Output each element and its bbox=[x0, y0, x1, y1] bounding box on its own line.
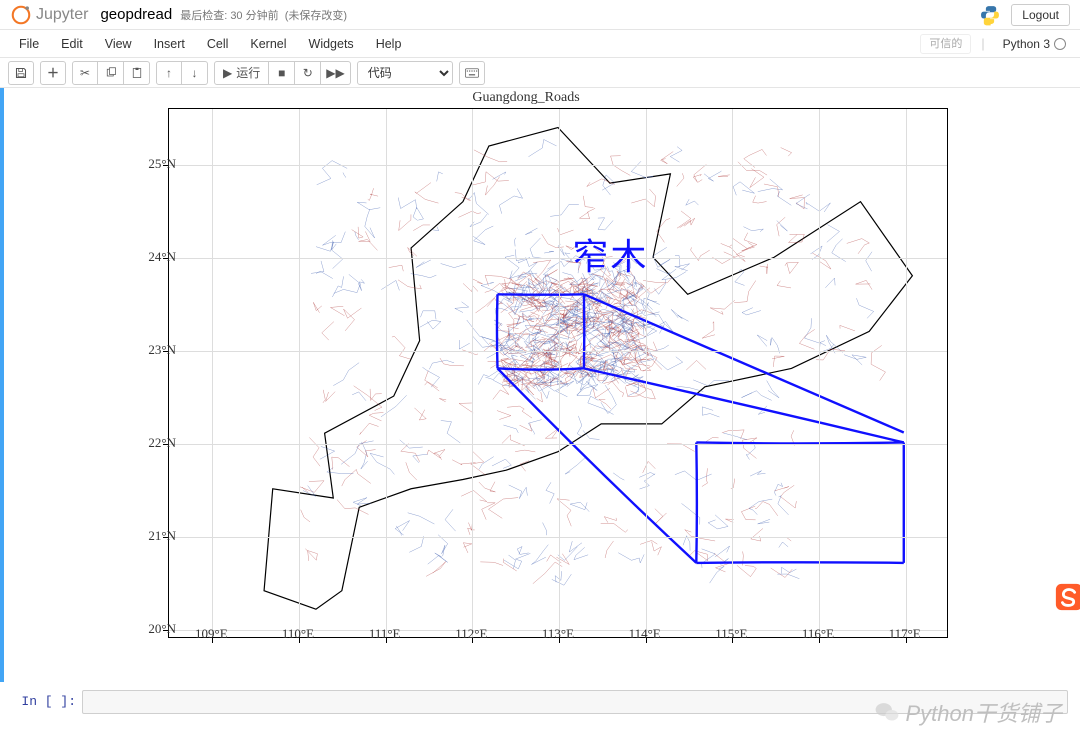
jupyter-logo-text: Jupyter bbox=[36, 6, 88, 24]
arrow-up-icon: ↑ bbox=[166, 66, 172, 80]
insert-cell-button[interactable]: ＋ bbox=[40, 61, 66, 85]
plus-icon: ＋ bbox=[47, 64, 59, 81]
menu-kernel[interactable]: Kernel bbox=[239, 30, 297, 58]
command-palette-button[interactable] bbox=[459, 61, 485, 85]
y-tick-label: 22°N bbox=[148, 435, 176, 451]
interrupt-button[interactable]: ■ bbox=[269, 61, 295, 85]
run-button[interactable]: ▶运行 bbox=[214, 61, 269, 85]
kernel-idle-icon bbox=[1054, 38, 1066, 50]
scissors-icon: ✂ bbox=[80, 66, 90, 80]
y-tick-label: 21°N bbox=[148, 528, 176, 544]
code-input[interactable] bbox=[82, 690, 1068, 714]
y-tick-label: 25°N bbox=[148, 156, 176, 172]
y-tick-label: 20°N bbox=[148, 621, 176, 637]
jupyter-logo[interactable]: Jupyter bbox=[10, 4, 88, 26]
x-tick-label: 115°E bbox=[715, 626, 747, 642]
matplotlib-figure: Guangdong_Roads 窄木 109°E 110°E 111°E 112°E 1… bbox=[86, 90, 966, 680]
menu-file[interactable]: File bbox=[8, 30, 50, 58]
menubar: File Edit View Insert Cell Kernel Widget… bbox=[0, 30, 1080, 58]
output-cell[interactable]: Guangdong_Roads 窄木 109°E 110°E 111°E 112°E 1… bbox=[0, 88, 1080, 682]
map-plot bbox=[169, 109, 947, 637]
move-down-button[interactable]: ↓ bbox=[182, 61, 208, 85]
x-tick-label: 112°E bbox=[455, 626, 487, 642]
logout-button[interactable]: Logout bbox=[1011, 4, 1070, 26]
menu-help[interactable]: Help bbox=[365, 30, 413, 58]
jupyter-icon bbox=[10, 4, 32, 26]
stop-icon: ■ bbox=[278, 66, 285, 80]
input-prompt: In [ ]: bbox=[12, 690, 82, 714]
x-tick-label: 111°E bbox=[369, 626, 401, 642]
input-cell[interactable]: In [ ]: bbox=[0, 688, 1080, 716]
restart-run-all-button[interactable]: ▶▶ bbox=[321, 61, 350, 85]
fast-forward-icon: ▶▶ bbox=[326, 66, 344, 80]
move-up-button[interactable]: ↑ bbox=[156, 61, 182, 85]
kernel-name[interactable]: Python 3 bbox=[1003, 37, 1050, 51]
arrow-down-icon: ↓ bbox=[192, 66, 198, 80]
trusted-badge[interactable]: 可信的 bbox=[920, 34, 971, 54]
menu-widgets[interactable]: Widgets bbox=[298, 30, 365, 58]
celltype-select[interactable]: 代码Markdown原始 NBConvert标题 bbox=[357, 61, 453, 85]
output-prompt bbox=[16, 90, 86, 680]
notebook-header: Jupyter geopdread 最后检查: 30 分钟前 (未保存改变) L… bbox=[0, 0, 1080, 30]
x-tick-label: 117°E bbox=[889, 626, 921, 642]
restart-button[interactable]: ↻ bbox=[295, 61, 321, 85]
x-tick-label: 109°E bbox=[195, 626, 228, 642]
y-tick-label: 24°N bbox=[148, 249, 176, 265]
copy-icon bbox=[105, 67, 117, 79]
notebook-container: Guangdong_Roads 窄木 109°E 110°E 111°E 112°E 1… bbox=[0, 88, 1080, 742]
x-tick-label: 110°E bbox=[282, 626, 314, 642]
copy-button[interactable] bbox=[98, 61, 124, 85]
plot-axes: 窄木 bbox=[168, 108, 948, 638]
x-tick-label: 116°E bbox=[802, 626, 834, 642]
toolbar: ＋ ✂ ↑ ↓ ▶运行 ■ ↻ ▶▶ 代码Markdown原始 NBConver… bbox=[0, 58, 1080, 88]
checkpoint-status: 最后检查: 30 分钟前 (未保存改变) bbox=[180, 7, 347, 23]
menu-insert[interactable]: Insert bbox=[143, 30, 196, 58]
plot-title: Guangdong_Roads bbox=[86, 90, 966, 106]
save-button[interactable] bbox=[8, 61, 34, 85]
menu-edit[interactable]: Edit bbox=[50, 30, 94, 58]
save-icon bbox=[15, 67, 27, 79]
y-tick-label: 23°N bbox=[148, 342, 176, 358]
keyboard-icon bbox=[465, 68, 479, 78]
cut-button[interactable]: ✂ bbox=[72, 61, 98, 85]
x-tick-label: 113°E bbox=[542, 626, 574, 642]
restart-icon: ↻ bbox=[303, 66, 313, 80]
x-tick-label: 114°E bbox=[629, 626, 661, 642]
menu-view[interactable]: View bbox=[94, 30, 143, 58]
menu-cell[interactable]: Cell bbox=[196, 30, 240, 58]
play-icon: ▶ bbox=[223, 66, 232, 80]
python-icon bbox=[979, 4, 1001, 26]
paste-icon bbox=[131, 67, 143, 79]
notebook-name[interactable]: geopdread bbox=[100, 6, 172, 23]
sogou-icon bbox=[1054, 582, 1080, 612]
paste-button[interactable] bbox=[124, 61, 150, 85]
